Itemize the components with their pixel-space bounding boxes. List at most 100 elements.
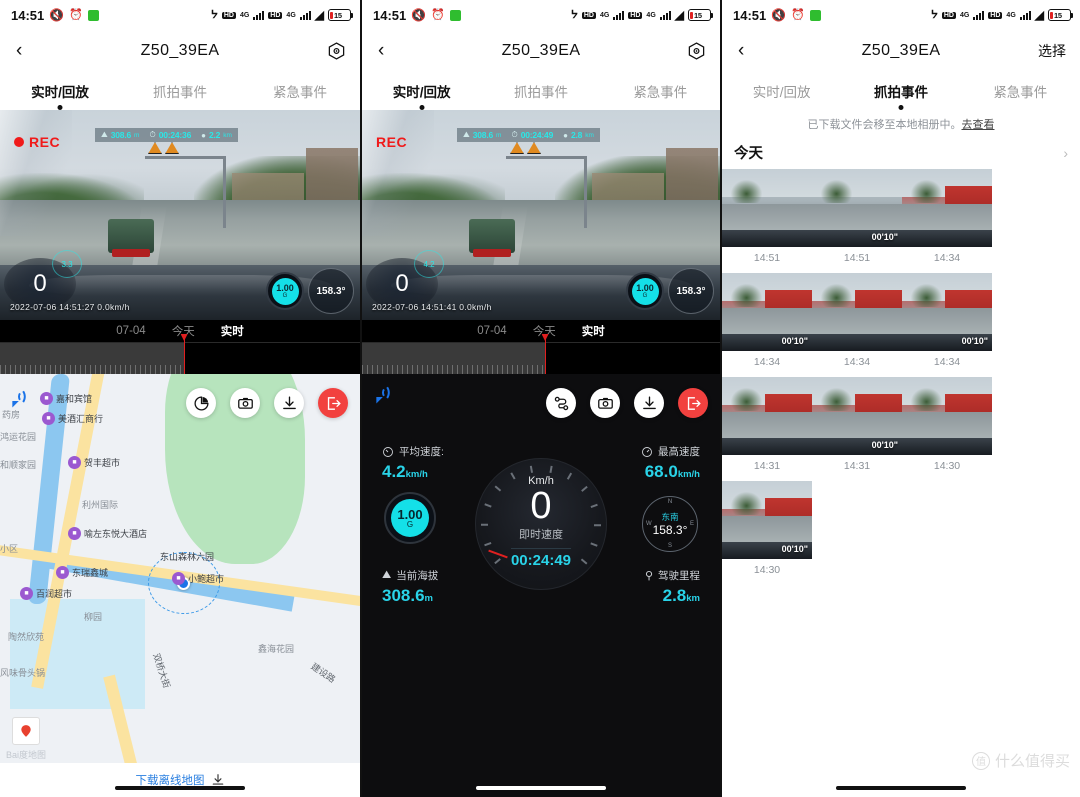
thumbnail[interactable]: 00'10" [812, 169, 902, 247]
thumbnail[interactable] [812, 273, 902, 351]
timeline-ticks [0, 365, 184, 374]
video-speed-value: 0 [395, 270, 409, 297]
thumbnail-time: 14:34 [933, 356, 961, 368]
tab-live-playback[interactable]: 实时/回放 [722, 81, 841, 101]
timeline-date[interactable]: 07-04 [477, 325, 506, 337]
tab-emergency-events[interactable]: 紧急事件 [601, 81, 720, 101]
map-poi[interactable]: 鸿运花园 [0, 430, 36, 443]
tab-live-playback[interactable]: 实时/回放 [362, 81, 481, 101]
overlay-distance-unit: km [223, 131, 232, 139]
download-icon-button[interactable] [274, 388, 304, 418]
map-poi[interactable]: ■ 百润超市 [20, 587, 72, 600]
map-view[interactable]: 药房 ■ 嘉和宾馆 ■ 美酒汇商行 鸿运花园 和顺家园 ■ 贺丰超市 利州国际 … [0, 374, 360, 797]
thumbnail[interactable] [722, 377, 812, 455]
overlay-distance-unit: km [585, 131, 594, 139]
download-icon-button[interactable] [634, 388, 664, 418]
timeline-date[interactable]: 07-04 [116, 325, 145, 337]
video-alt-value: 4.2 [423, 259, 435, 269]
map-poi[interactable]: 东山森林六园 [160, 550, 214, 563]
map-poi[interactable]: ■ 小鲍超市 [172, 572, 224, 585]
map-poi[interactable]: 和顺家园 [0, 458, 36, 471]
video-speed-value: 0 [33, 270, 47, 297]
baidu-watermark: Bai度地图 [6, 750, 47, 760]
map-poi[interactable]: ■ 喻左东悦大酒店 [68, 527, 147, 540]
list-item[interactable]: 00'10" 14:31 [812, 377, 902, 481]
tab-emergency-events[interactable]: 紧急事件 [240, 81, 360, 101]
tab-capture-events[interactable]: 抓拍事件 [481, 81, 600, 101]
timeline-scrubber[interactable] [0, 335, 360, 374]
map-poi[interactable]: 风味骨头锅 [0, 666, 45, 679]
map-marker-button[interactable] [12, 717, 40, 745]
tab-capture-events[interactable]: 抓拍事件 [841, 81, 960, 101]
battery-level: 15 [1054, 10, 1062, 20]
back-button[interactable]: ‹ [738, 40, 744, 62]
map-poi[interactable]: 小区 [0, 542, 18, 555]
live-video-view[interactable]: REC ⛰ 308.6 m ⏱ 00:24:36 ● 2.2 km 0 3.3 … [0, 110, 360, 320]
map-poi[interactable]: ■ 嘉和宾馆 [40, 392, 92, 405]
compass-w: W [646, 521, 652, 527]
list-item[interactable]: 14:30 [902, 377, 992, 481]
tab-live-playback[interactable]: 实时/回放 [0, 81, 120, 101]
go-view-link[interactable]: 去查看 [962, 119, 995, 131]
live-video-view[interactable]: REC ⛰ 308.6 m ⏱ 00:24:49 ● 2.8 km 0 4.2 … [362, 110, 720, 320]
exit-icon-button[interactable] [678, 388, 708, 418]
list-item[interactable]: 00'10" 14:51 [812, 169, 902, 273]
route-icon-button[interactable] [546, 388, 576, 418]
timeline-live[interactable]: 实时 [221, 323, 244, 339]
stat-label: 最高速度 [658, 446, 700, 458]
map-poi[interactable]: 药房 [2, 408, 20, 421]
map-poi[interactable]: 鑫海花园 [258, 642, 294, 655]
back-button[interactable]: ‹ [378, 40, 384, 62]
tab-bar: 实时/回放 抓拍事件 紧急事件 [0, 72, 360, 110]
timeline-playhead[interactable] [544, 335, 547, 374]
back-button[interactable]: ‹ [16, 40, 22, 62]
thumbnail[interactable] [902, 377, 992, 455]
map-poi[interactable]: ■ 美酒汇商行 [42, 412, 103, 425]
map-poi[interactable]: 陶然欣苑 [8, 630, 44, 643]
select-button[interactable]: 选择 [1038, 41, 1066, 61]
tab-emergency-events[interactable]: 紧急事件 [961, 81, 1080, 101]
pie-chart-icon-button[interactable] [186, 388, 216, 418]
chevron-right-icon[interactable]: › [1063, 145, 1068, 161]
tab-capture-events[interactable]: 抓拍事件 [120, 81, 240, 101]
thumbnail[interactable]: 00'10" [722, 481, 812, 559]
map-poi[interactable]: 利州国际 [82, 498, 118, 511]
list-item[interactable]: 14:51 [722, 169, 812, 273]
thumbnail[interactable] [722, 169, 812, 247]
status-bar: 14:51 🔇 ⏰ ᔭ HD 4G HD 4G ◢ 15 [722, 0, 1080, 30]
list-item[interactable]: 14:31 [722, 377, 812, 481]
download-icon[interactable] [211, 773, 225, 787]
map-poi-pin-icon: ■ [68, 456, 81, 469]
list-item[interactable]: 00'10" 14:34 [722, 273, 812, 377]
timeline-scrubber[interactable] [362, 335, 720, 374]
list-item[interactable]: 00'10" 14:30 [722, 481, 812, 585]
timeline-playhead[interactable] [183, 335, 186, 374]
list-item[interactable]: 14:34 [902, 169, 992, 273]
map-poi[interactable]: ■ 贺丰超市 [68, 456, 120, 469]
map-poi-label: 陶然欣苑 [8, 632, 45, 642]
video-light-pole [145, 156, 227, 228]
device-settings-button[interactable] [327, 42, 346, 61]
mountain-icon: ⛰ [101, 130, 108, 139]
thumbnail-time: 14:30 [933, 460, 961, 472]
thumbnail[interactable] [902, 169, 992, 247]
map-poi[interactable]: 柳园 [84, 610, 102, 623]
wifi-icon: ◢ [674, 8, 684, 22]
exit-icon-button[interactable] [318, 388, 348, 418]
group-header-today[interactable]: 今天 › [722, 142, 1080, 169]
map-street-label: 双桥大街 [151, 651, 172, 690]
timeline-live[interactable]: 实时 [582, 323, 605, 339]
thumbnail[interactable]: 00'10" [902, 273, 992, 351]
device-settings-button[interactable] [687, 42, 706, 61]
route-icon [554, 396, 568, 410]
camera-icon-button[interactable] [230, 388, 260, 418]
4g-icon: 4G [959, 11, 970, 19]
camera-icon-button[interactable] [590, 388, 620, 418]
list-item[interactable]: 14:34 [812, 273, 902, 377]
list-item[interactable]: 00'10" 14:34 [902, 273, 992, 377]
thumbnail[interactable]: 00'10" [722, 273, 812, 351]
map-poi[interactable]: ■ 东瑞鑫城 [56, 566, 108, 579]
speedometer-ticks [481, 465, 601, 583]
thumbnail[interactable]: 00'10" [812, 377, 902, 455]
tab-bar: 实时/回放 抓拍事件 紧急事件 [722, 72, 1080, 110]
